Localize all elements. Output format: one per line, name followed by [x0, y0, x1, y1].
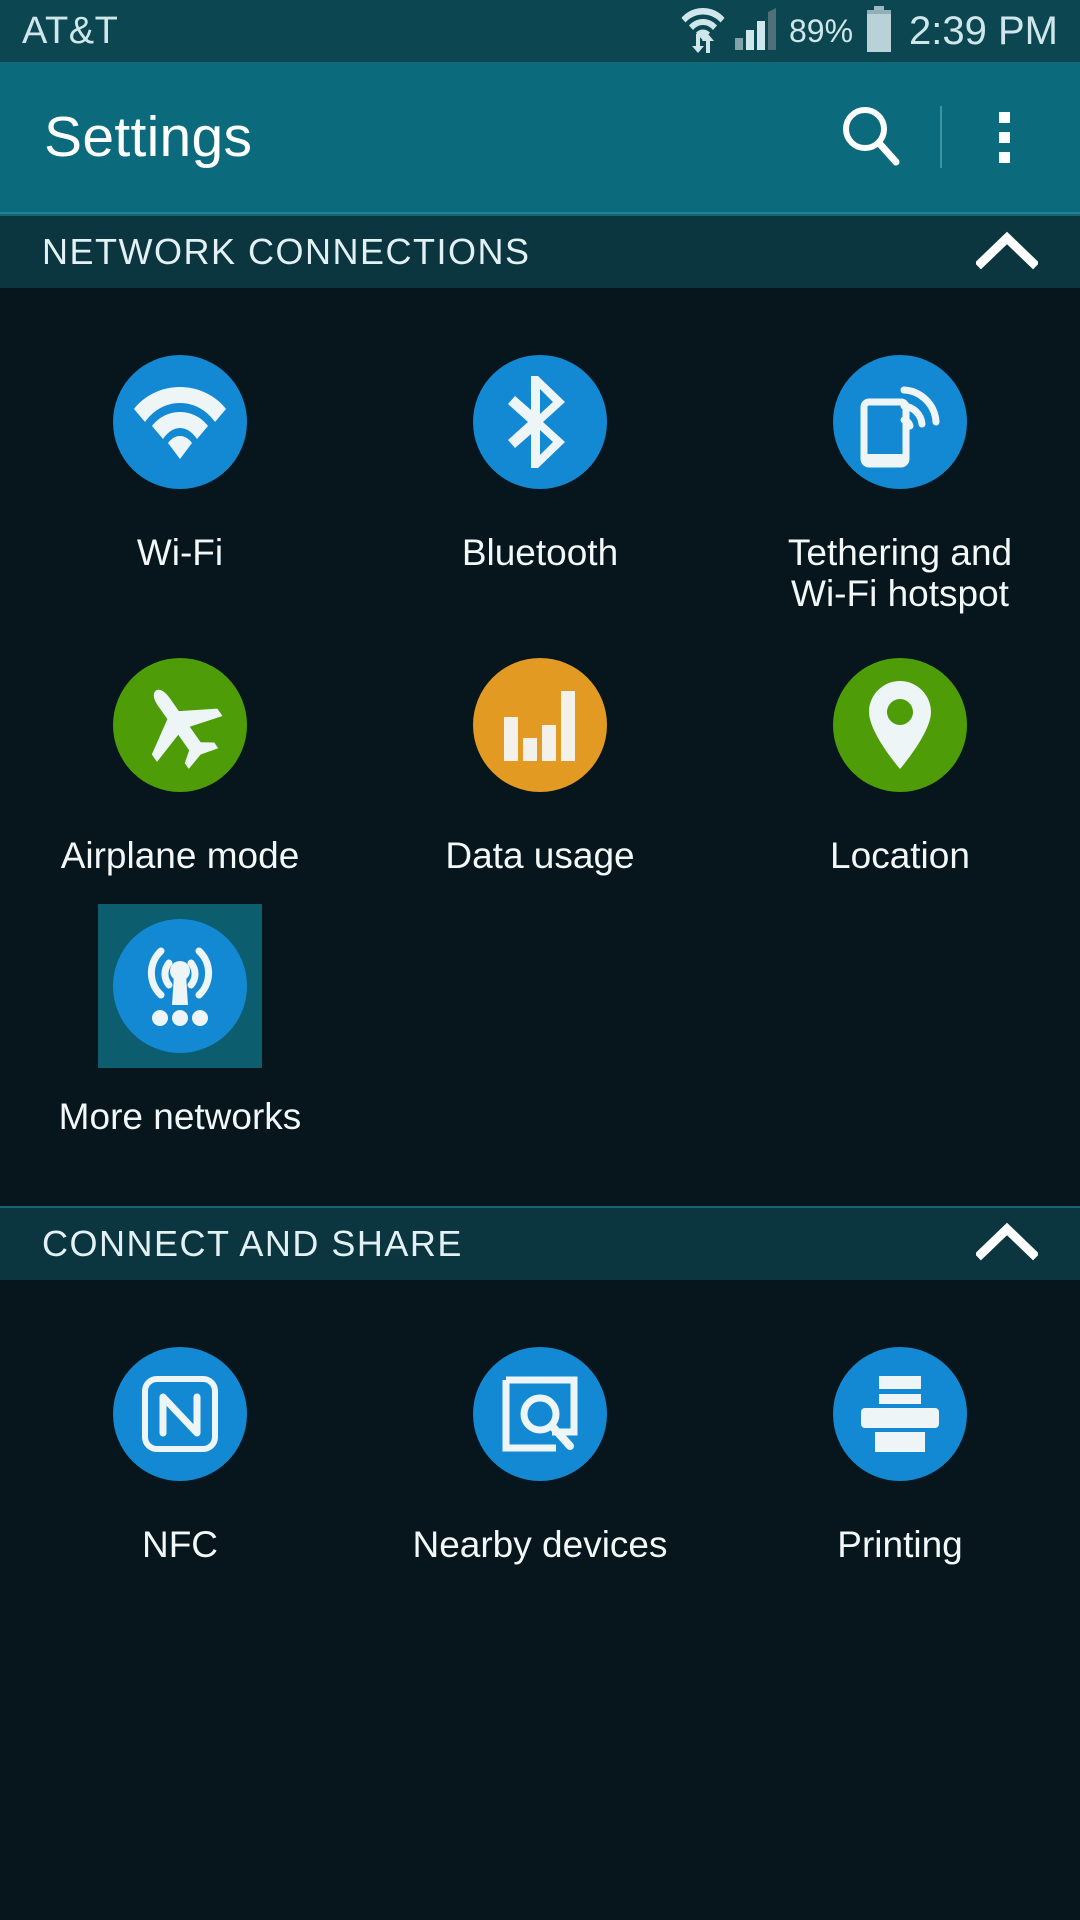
airplane-icon: [113, 657, 247, 792]
cellular-signal-icon: [734, 7, 779, 55]
nearby-devices-icon: [473, 1346, 607, 1481]
tile-nearby-devices[interactable]: Nearby devices: [360, 1332, 720, 1593]
chevron-up-icon[interactable]: [974, 1221, 1040, 1266]
search-button[interactable]: [822, 89, 918, 185]
tile-nfc[interactable]: NFC: [0, 1332, 360, 1593]
section-title: CONNECT AND SHARE: [42, 1222, 463, 1264]
tile-icon-wrap: [818, 1332, 982, 1496]
tile-label: Wi-Fi: [136, 532, 224, 573]
tile-label: NFC: [141, 1523, 219, 1565]
tile-location[interactable]: Location: [720, 643, 1080, 904]
tile-icon-wrap: [98, 340, 262, 504]
status-icons: 89% 2:39 PM: [681, 4, 1058, 59]
battery-percent-label: 89%: [788, 13, 854, 49]
location-pin-icon: [833, 657, 967, 792]
tile-icon-wrap: [818, 340, 982, 504]
tile-wifi[interactable]: Wi-Fi: [0, 340, 360, 643]
overflow-dot-icon: [998, 151, 1010, 163]
nfc-icon: [113, 1346, 247, 1481]
chevron-up-icon[interactable]: [974, 230, 1040, 275]
data-usage-icon: [473, 657, 607, 792]
tile-label: Data usage: [445, 834, 635, 876]
overflow-dot-icon: [998, 111, 1010, 123]
settings-screen: AT&T 89% 2:39 PM Settings NETWORK CONNEC…: [0, 0, 1080, 1920]
overflow-menu-button[interactable]: [968, 89, 1040, 185]
tile-icon-wrap: [458, 643, 622, 807]
search-icon: [834, 99, 906, 176]
tile-data-usage[interactable]: Data usage: [360, 643, 720, 904]
tile-icon-wrap: [98, 1332, 262, 1496]
wifi-icon: [113, 355, 247, 489]
tile-bluetooth[interactable]: Bluetooth: [360, 340, 720, 643]
battery-icon: [865, 5, 893, 57]
tile-label: Tethering and Wi-Fi hotspot: [787, 532, 1013, 615]
printer-icon: [833, 1346, 967, 1481]
status-bar: AT&T 89% 2:39 PM: [0, 0, 1080, 62]
section-header-connect-and-share[interactable]: CONNECT AND SHARE: [0, 1205, 1080, 1280]
carrier-label: AT&T: [22, 10, 119, 52]
section-title: NETWORK CONNECTIONS: [42, 231, 531, 272]
tile-label: Location: [830, 834, 970, 876]
tile-label: Nearby devices: [412, 1523, 668, 1565]
grid-network-connections: Wi-Fi Bluetooth Tethering and Wi-Fi hots…: [0, 288, 1080, 1206]
tile-icon-wrap: [458, 1332, 622, 1496]
grid-empty-cell: [720, 904, 1080, 1165]
tile-icon-wrap: [818, 643, 982, 807]
tile-printing[interactable]: Printing: [720, 1332, 1080, 1593]
bluetooth-icon: [473, 355, 607, 489]
action-bar-divider: [940, 106, 942, 168]
page-title: Settings: [44, 104, 253, 169]
section-header-network-connections[interactable]: NETWORK CONNECTIONS: [0, 214, 1080, 288]
action-bar-actions: [822, 89, 1040, 185]
action-bar: Settings: [0, 62, 1080, 214]
wifi-transfer-icon: [681, 4, 725, 59]
grid-empty-cell: [360, 904, 720, 1165]
overflow-dot-icon: [998, 131, 1010, 143]
tile-label: Printing: [837, 1523, 963, 1565]
tile-label: More networks: [58, 1096, 302, 1138]
grid-connect-and-share: NFC Nearby devices Printing: [0, 1279, 1080, 1634]
tile-more-networks[interactable]: More networks: [0, 904, 360, 1165]
tile-label: Bluetooth: [461, 532, 619, 573]
tethering-hotspot-icon: [833, 355, 967, 489]
tile-icon-wrap: [98, 643, 262, 807]
tile-icon-wrap-selected: [98, 904, 262, 1069]
clock-label: 2:39 PM: [909, 9, 1058, 53]
tile-tethering-and-wifi-hotspot[interactable]: Tethering and Wi-Fi hotspot: [720, 340, 1080, 643]
tile-icon-wrap: [458, 340, 622, 504]
tile-label: Airplane mode: [60, 834, 300, 876]
tile-airplane-mode[interactable]: Airplane mode: [0, 643, 360, 904]
broadcast-antenna-icon: [113, 919, 247, 1054]
